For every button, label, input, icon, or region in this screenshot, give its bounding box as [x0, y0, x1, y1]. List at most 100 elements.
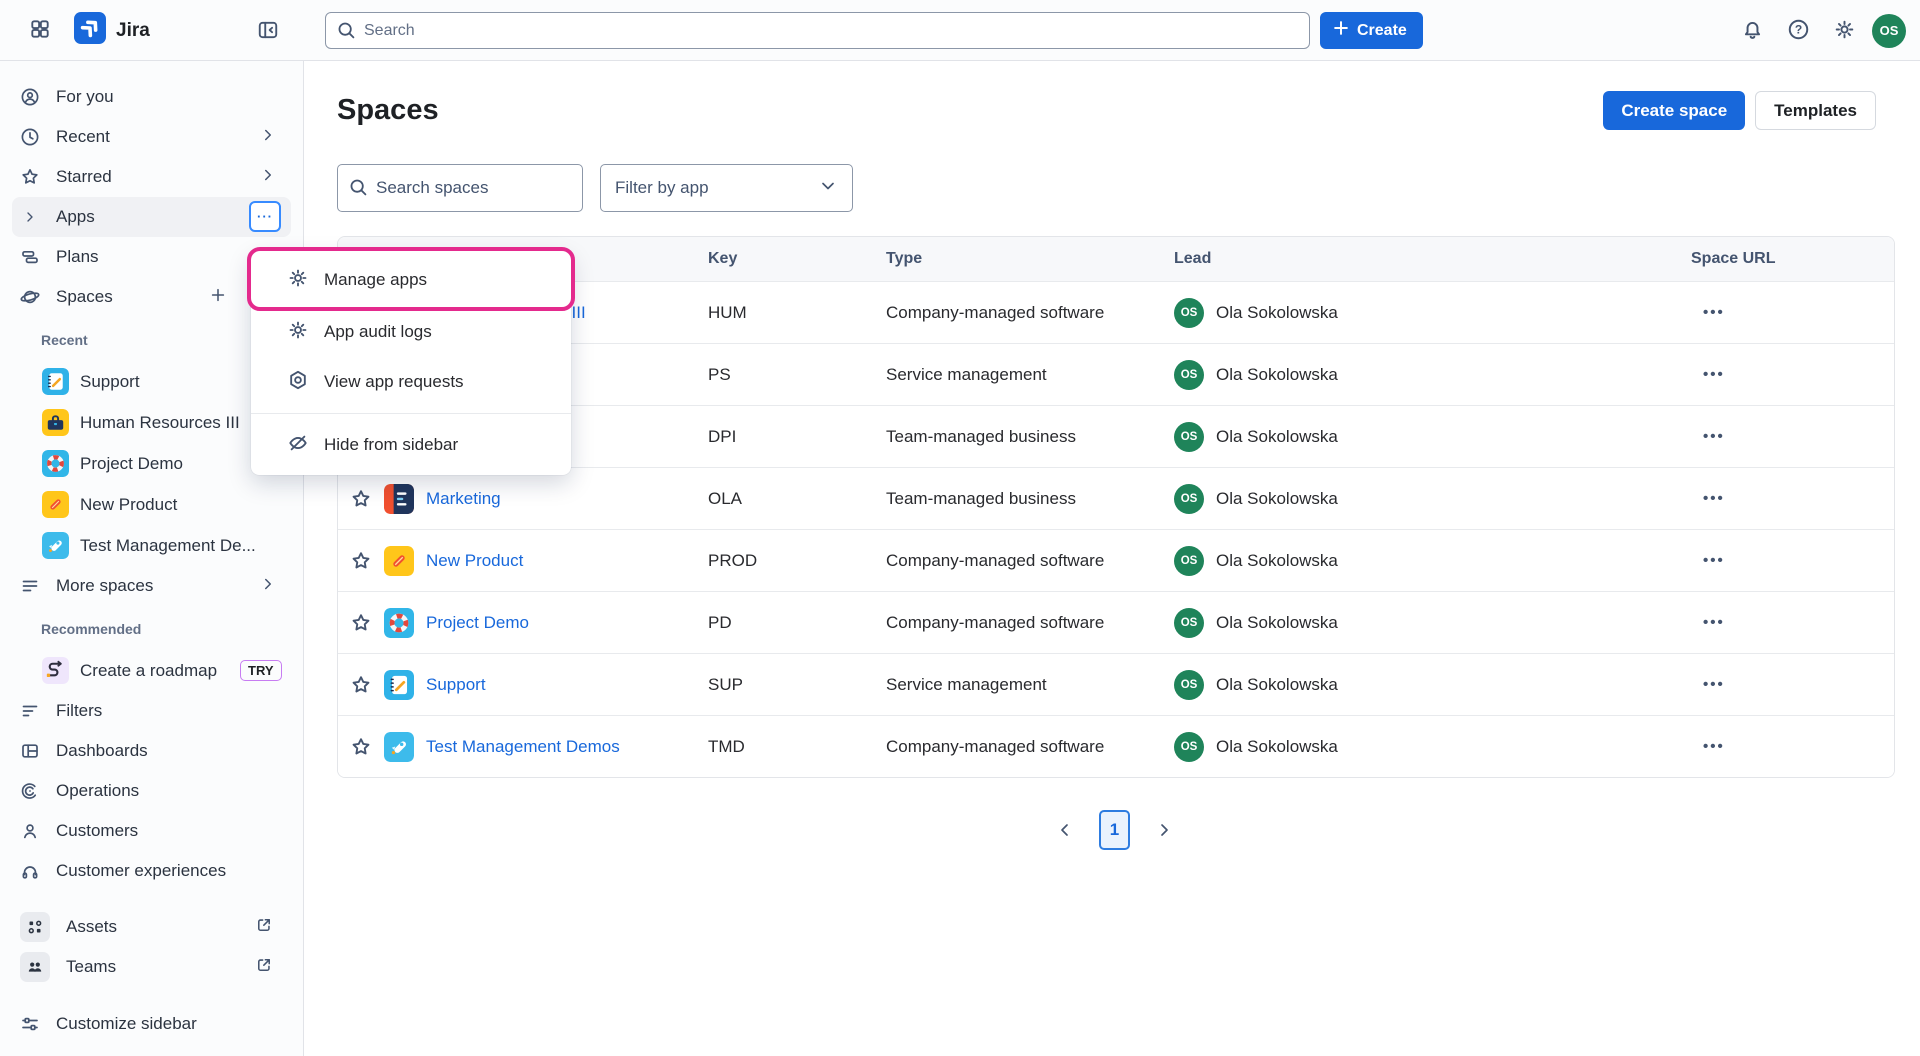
sidebar-item-spaces[interactable]: Spaces: [12, 277, 291, 317]
row-actions-button[interactable]: •••: [1687, 614, 1894, 631]
table-row[interactable]: Test Management Demos TMD Company-manage…: [338, 715, 1894, 777]
assets-icon: [20, 912, 50, 942]
space-name-link[interactable]: New Product: [426, 551, 523, 571]
row-actions-button[interactable]: •••: [1687, 304, 1894, 321]
sidebar-item-more-spaces[interactable]: More spaces: [12, 566, 291, 606]
sidebar-item-customers[interactable]: Customers: [12, 811, 291, 851]
notifications-button[interactable]: [1734, 13, 1770, 49]
space-type: Company-managed software: [882, 613, 1170, 633]
space-type: Team-managed business: [882, 489, 1170, 509]
space-type: Service management: [882, 675, 1170, 695]
lead-name: Ola Sokolowska: [1216, 489, 1338, 509]
sidebar-item-apps[interactable]: Apps ···: [12, 197, 291, 237]
collapse-sidebar-button[interactable]: [250, 13, 286, 49]
space-label: Human Resources III: [80, 413, 240, 433]
table-row[interactable]: DPI Team-managed business OSOla Sokolows…: [338, 405, 1894, 467]
add-space-plus-icon[interactable]: [209, 286, 227, 309]
row-actions-button[interactable]: •••: [1687, 490, 1894, 507]
next-page-button[interactable]: [1154, 820, 1174, 840]
create-space-button[interactable]: Create space: [1603, 91, 1745, 130]
space-name-link[interactable]: Project Demo: [426, 613, 529, 633]
star-button[interactable]: [350, 488, 372, 510]
menu-item-view-app-requests[interactable]: View app requests: [251, 357, 571, 407]
sidebar-item-operations[interactable]: Operations: [12, 771, 291, 811]
main-content: Spaces Create space Templates Filter by …: [304, 61, 1920, 1056]
sidebar-item-for-you[interactable]: For you: [12, 77, 291, 117]
sidebar-item-customer-experiences[interactable]: Customer experiences: [12, 851, 291, 891]
sidebar-space-project-demo[interactable]: Project Demo: [12, 443, 291, 484]
space-key: HUM: [704, 303, 882, 323]
table-row[interactable]: Support SUP Service management OSOla Sok…: [338, 653, 1894, 715]
row-actions-button[interactable]: •••: [1687, 676, 1894, 693]
sidebar-space-human-resources[interactable]: Human Resources III: [12, 402, 291, 443]
sidebar-item-dashboards[interactable]: Dashboards: [12, 731, 291, 771]
global-search: [325, 12, 1310, 49]
row-actions-button[interactable]: •••: [1687, 428, 1894, 445]
sidebar-label: Assets: [66, 917, 117, 937]
lead-name: Ola Sokolowska: [1216, 737, 1338, 757]
space-key: SUP: [704, 675, 882, 695]
sidebar-space-support[interactable]: Support: [12, 361, 291, 402]
sidebar-item-teams[interactable]: Teams: [12, 947, 291, 987]
space-type: Company-managed software: [882, 303, 1170, 323]
global-search-input[interactable]: [325, 12, 1310, 49]
space-name-link[interactable]: Support: [426, 675, 486, 695]
table-row[interactable]: Project Demo PD Company-managed software…: [338, 591, 1894, 653]
row-actions-button[interactable]: •••: [1687, 366, 1894, 383]
table-row[interactable]: Marketing OLA Team-managed business OSOl…: [338, 467, 1894, 529]
star-button[interactable]: [350, 736, 372, 758]
sidebar-label: Customers: [56, 821, 138, 841]
lead-name: Ola Sokolowska: [1216, 613, 1338, 633]
filter-by-app-select[interactable]: Filter by app: [600, 164, 853, 212]
lead-name: Ola Sokolowska: [1216, 365, 1338, 385]
lifebuoy-icon: [42, 450, 69, 477]
chevron-right-icon: [259, 166, 277, 189]
external-link-icon: [255, 916, 273, 939]
search-spaces-input[interactable]: [337, 164, 583, 212]
menu-item-label: View app requests: [324, 372, 464, 392]
sidebar-item-create-roadmap[interactable]: Create a roadmap TRY: [12, 650, 291, 691]
app-switcher-button[interactable]: [22, 13, 58, 49]
menu-item-app-audit-logs[interactable]: App audit logs: [251, 307, 571, 357]
sidebar-label: Plans: [56, 247, 99, 267]
space-name-link[interactable]: Test Management Demos: [426, 737, 620, 757]
space-key: DPI: [704, 427, 882, 447]
page-number-button[interactable]: 1: [1099, 810, 1130, 850]
apps-more-options-button[interactable]: ···: [249, 201, 281, 232]
headphones-icon: [20, 861, 40, 881]
menu-item-manage-apps[interactable]: Manage apps: [251, 253, 571, 307]
jira-brand[interactable]: Jira: [74, 12, 150, 49]
row-actions-button[interactable]: •••: [1687, 552, 1894, 569]
templates-button[interactable]: Templates: [1755, 91, 1876, 130]
space-type: Team-managed business: [882, 427, 1170, 447]
sidebar-item-starred[interactable]: Starred: [12, 157, 291, 197]
rocket-icon: [42, 532, 69, 559]
hexagon-target-icon: [287, 369, 309, 396]
star-button[interactable]: [350, 612, 372, 634]
sidebar-item-customize[interactable]: Customize sidebar: [12, 1004, 291, 1044]
create-button[interactable]: Create: [1320, 12, 1423, 49]
sidebar-label: Customize sidebar: [56, 1014, 197, 1034]
star-button[interactable]: [350, 674, 372, 696]
user-avatar[interactable]: OS: [1872, 14, 1906, 48]
sidebar-item-filters[interactable]: Filters: [12, 691, 291, 731]
table-row[interactable]: Human Resources III HUM Company-managed …: [338, 281, 1894, 343]
sidebar-label: Starred: [56, 167, 112, 187]
help-button[interactable]: ?: [1780, 13, 1816, 49]
sidebar-space-test-management[interactable]: Test Management De...: [12, 525, 291, 566]
previous-page-button[interactable]: [1055, 820, 1075, 840]
menu-item-hide-from-sidebar[interactable]: Hide from sidebar: [251, 420, 571, 470]
star-button[interactable]: [350, 550, 372, 572]
sidebar-item-plans[interactable]: Plans: [12, 237, 291, 277]
sidebar-item-recent[interactable]: Recent: [12, 117, 291, 157]
top-bar: Jira Create ?: [0, 0, 1920, 61]
lead-avatar: OS: [1174, 422, 1204, 452]
sidebar-space-new-product[interactable]: New Product: [12, 484, 291, 525]
row-actions-button[interactable]: •••: [1687, 738, 1894, 755]
space-name-link[interactable]: Marketing: [426, 489, 501, 509]
table-row[interactable]: New Product PROD Company-managed softwar…: [338, 529, 1894, 591]
person-circle-icon: [20, 87, 40, 107]
settings-button[interactable]: [1826, 13, 1862, 49]
table-row[interactable]: PS Service management OSOla Sokolowska •…: [338, 343, 1894, 405]
sidebar-item-assets[interactable]: Assets: [12, 907, 291, 947]
